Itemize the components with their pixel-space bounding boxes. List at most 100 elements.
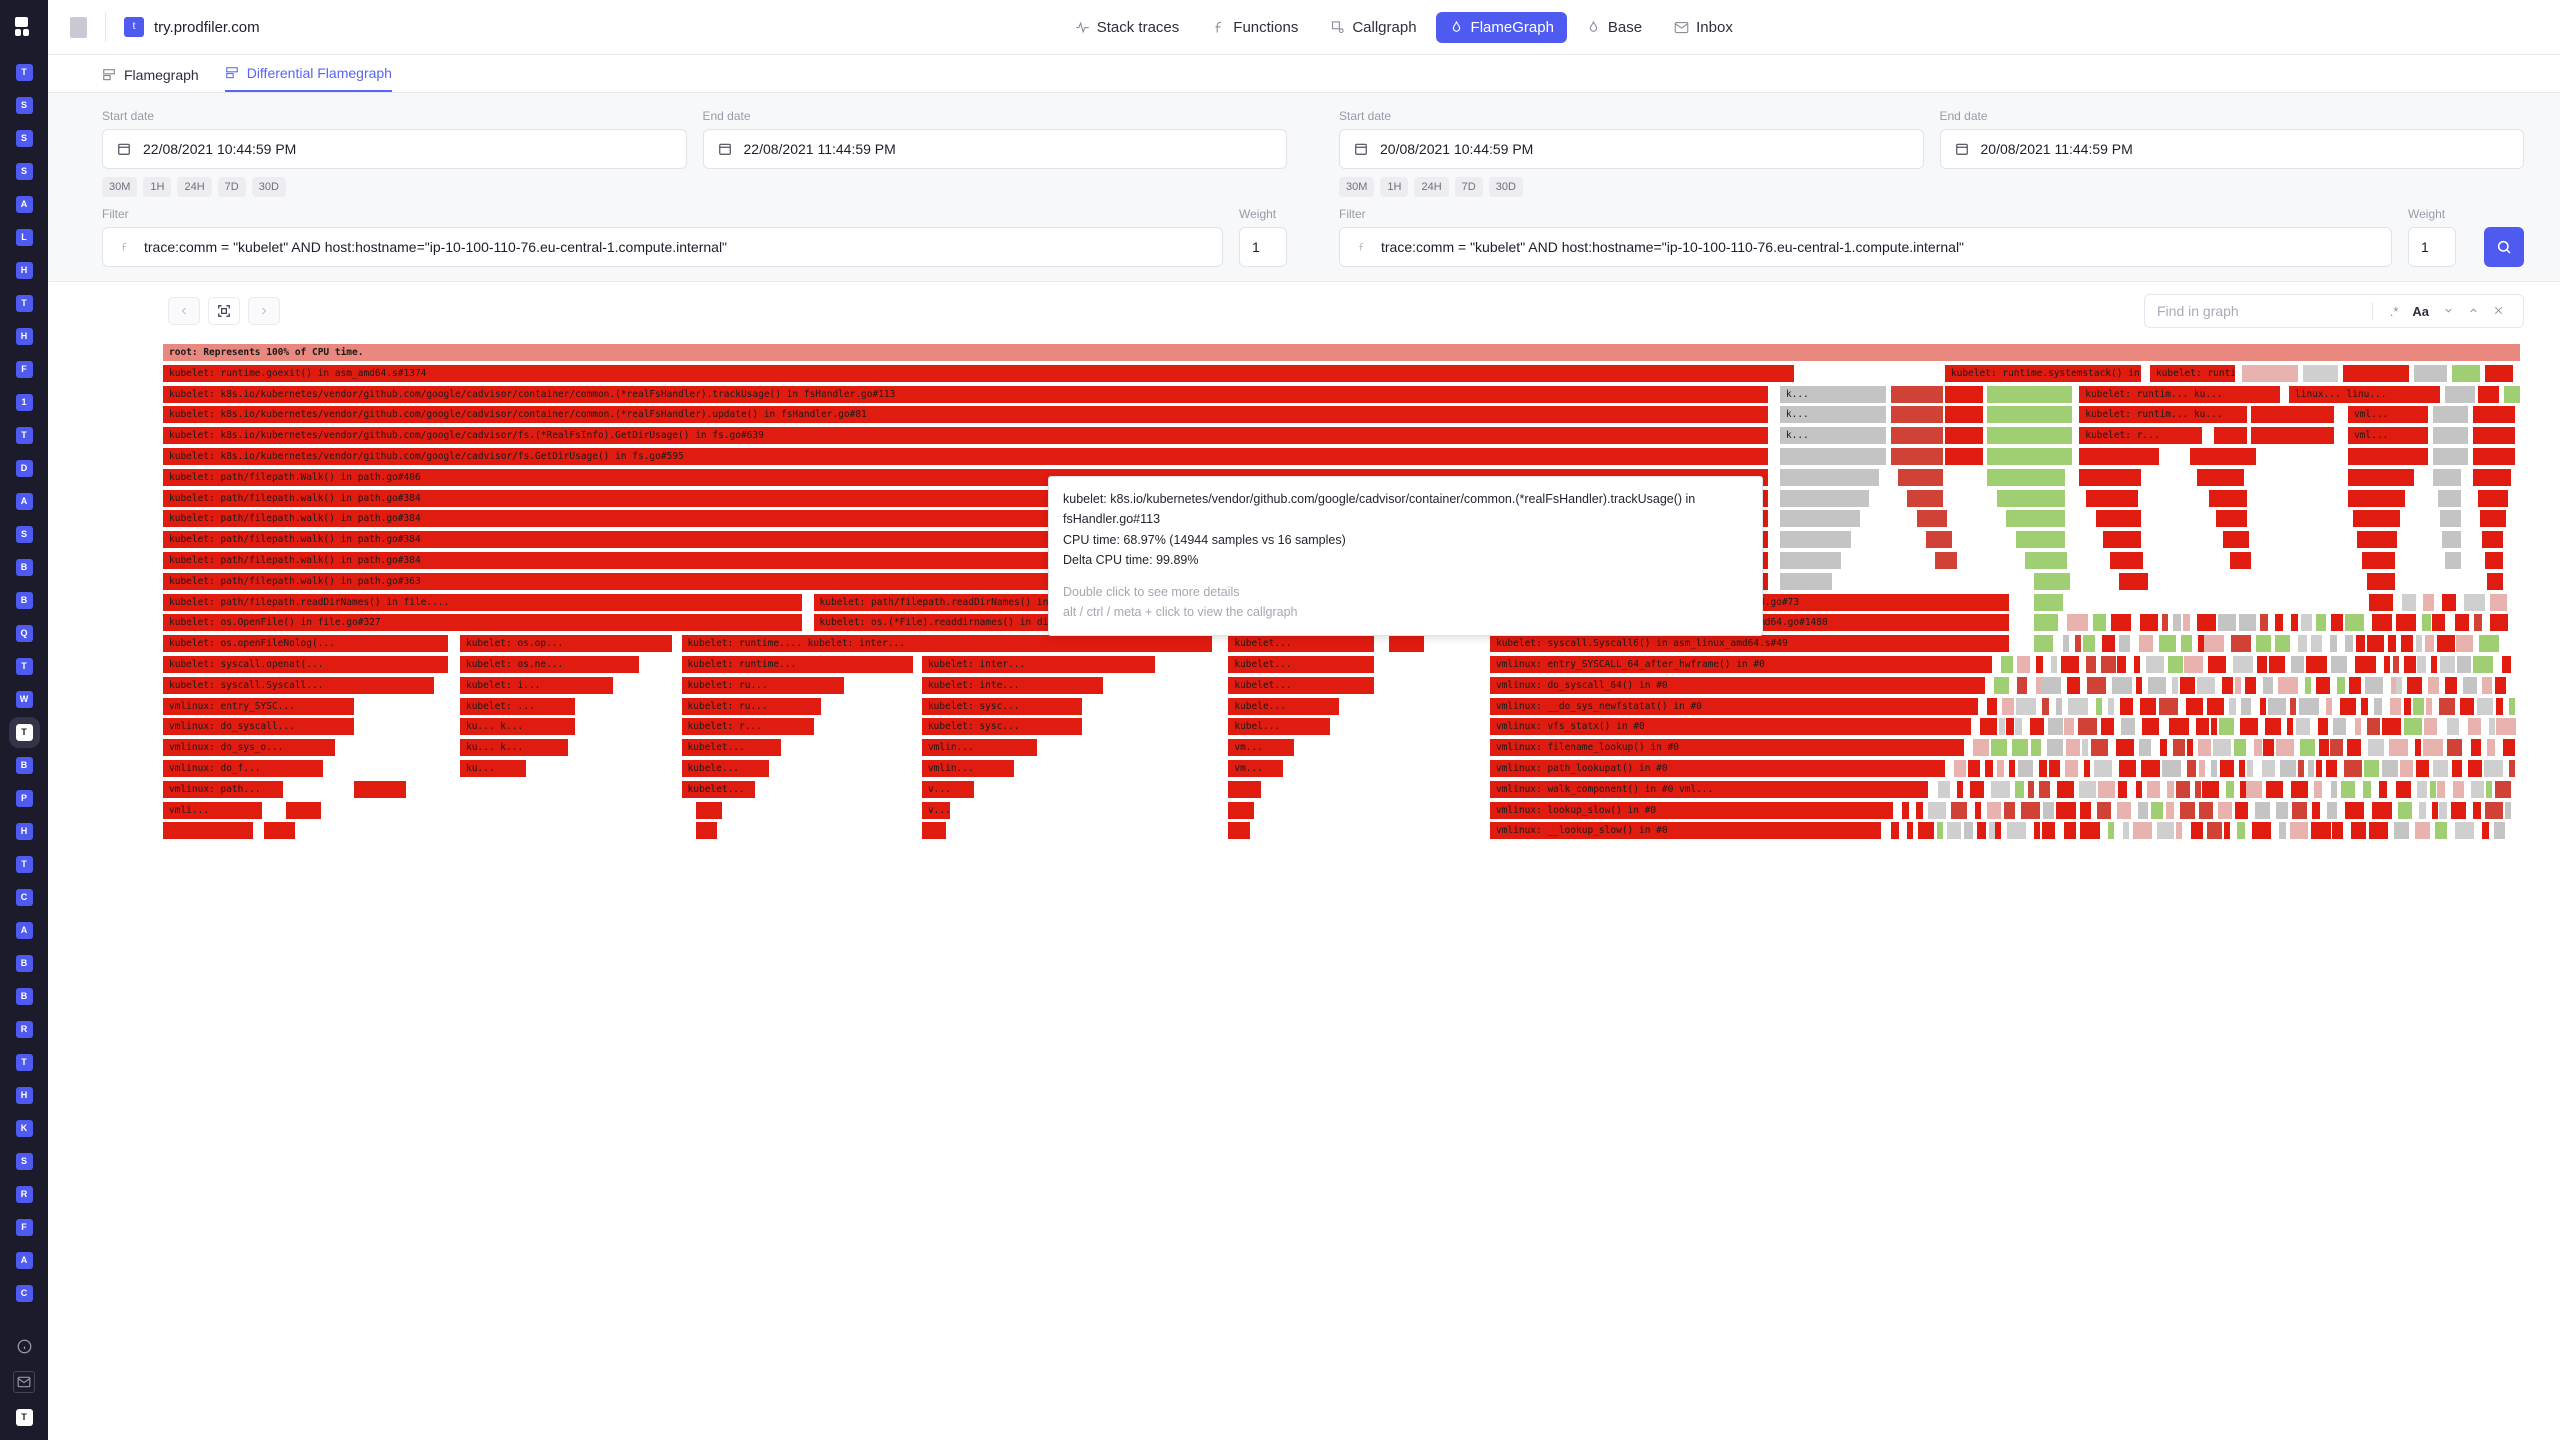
flamegraph-frame-unlabeled[interactable] [2030,739,2041,757]
mail-icon[interactable] [13,1371,35,1393]
flamegraph-frame-unlabeled[interactable] [1987,468,2066,486]
flamegraph-frame-unlabeled[interactable] [2289,822,2308,840]
flamegraph-frame-unlabeled[interactable] [2079,801,2091,819]
preset-right-24h[interactable]: 24H [1414,177,1449,197]
flamegraph-frame-unlabeled[interactable] [2351,822,2366,840]
flamegraph-frame-unlabeled[interactable] [2084,760,2091,777]
flamegraph-frame-unlabeled[interactable] [2503,385,2520,403]
flamegraph-frame-unlabeled[interactable] [2424,718,2438,736]
flamegraph-frame-unlabeled[interactable] [2234,801,2248,819]
flamegraph-frame-unlabeled[interactable] [2379,780,2388,798]
nav-callgraph[interactable]: Callgraph [1317,12,1429,43]
rail-item-21[interactable]: B [15,757,33,774]
rail-item-1[interactable]: S [15,97,33,114]
flamegraph-frame[interactable]: vmlinux: path... [163,780,284,798]
flamegraph-frame-unlabeled[interactable] [2417,780,2428,798]
flamegraph-frame-unlabeled[interactable] [2393,656,2400,673]
flamegraph-frame-unlabeled[interactable] [2456,635,2474,653]
flamegraph-frame-unlabeled[interactable] [2454,614,2469,632]
flamegraph-frame-unlabeled[interactable] [2064,760,2078,777]
flamegraph-frame-unlabeled[interactable] [2132,822,2153,840]
flamegraph-frame-unlabeled[interactable] [921,822,946,840]
end-date-input-2[interactable]: 20/08/2021 11:44:59 PM [1939,129,2524,169]
flamegraph-frame-unlabeled[interactable] [2199,760,2206,777]
flamegraph-frame-unlabeled[interactable] [2326,801,2337,819]
flamegraph-frame-unlabeled[interactable] [2158,635,2176,653]
flamegraph-frame-unlabeled[interactable] [2086,489,2139,507]
rail-item-7[interactable]: T [15,295,33,312]
flamegraph-frame-unlabeled[interactable] [2080,822,2101,840]
flamegraph-frame-unlabeled[interactable] [2219,718,2235,736]
flamegraph-frame-unlabeled[interactable] [2436,780,2445,798]
flamegraph-frame-unlabeled[interactable] [2477,489,2509,507]
flamegraph-frame-unlabeled[interactable] [2308,760,2315,777]
flamegraph-frame-unlabeled[interactable] [2416,760,2430,777]
flamegraph-frame-unlabeled[interactable] [2464,593,2485,611]
flamegraph-frame-unlabeled[interactable] [2067,676,2081,694]
flamegraph-frame[interactable]: kubelet: i... [459,676,614,694]
flamegraph-frame-unlabeled[interactable] [2343,760,2363,777]
flamegraph-frame-unlabeled[interactable] [2332,718,2346,736]
flamegraph-frame-unlabeled[interactable] [2095,697,2102,715]
preset-left-30m[interactable]: 30M [102,177,138,197]
flamegraph-frame-unlabeled[interactable] [1927,801,1946,819]
flamegraph-frame-unlabeled[interactable] [1991,739,2008,757]
flamegraph-frame-unlabeled[interactable] [1779,489,1870,507]
flamegraph-frame-unlabeled[interactable] [2362,552,2396,569]
flamegraph-frame-unlabeled[interactable] [2446,718,2460,736]
flamegraph-frame-unlabeled[interactable] [1987,385,2073,403]
flamegraph-frame[interactable]: vm... [1228,739,1295,757]
flamegraph-frame-unlabeled[interactable] [2452,760,2463,777]
flamegraph-frame-unlabeled[interactable] [2404,718,2423,736]
flamegraph-frame-unlabeled[interactable] [2444,552,2462,569]
flamegraph-frame[interactable]: vmlinux: filename_lookup() in #0 [1489,739,1964,757]
flamegraph-frame-unlabeled[interactable] [2437,489,2462,507]
rail-item-4[interactable]: A [15,196,33,213]
flamegraph-frame-unlabeled[interactable] [2326,760,2337,777]
flamegraph-frame-unlabeled[interactable] [2213,427,2247,445]
flamegraph-frame-unlabeled[interactable] [2092,614,2106,632]
flamegraph-frame-unlabeled[interactable] [2174,718,2189,736]
history-forward-button[interactable] [248,297,280,325]
flamegraph-frame-unlabeled[interactable] [1228,801,1255,819]
flamegraph-frame-unlabeled[interactable] [2028,780,2035,798]
flamegraph-frame[interactable]: kubelet: sysc... [921,718,1083,736]
flamegraph-frame[interactable]: kubelet: path/filepath.readDirNames() in… [163,593,802,611]
flamegraph-frame-unlabeled[interactable] [2034,614,2059,632]
flamegraph-frame-unlabeled[interactable] [695,801,722,819]
flamegraph-frame-unlabeled[interactable] [2401,635,2413,653]
flamegraph-frame-unlabeled[interactable] [2472,406,2516,424]
flamegraph-frame-unlabeled[interactable] [2199,801,2214,819]
tab-differential-flamegraph[interactable]: Differential Flamegraph [224,65,392,92]
flamegraph-frame-unlabeled[interactable] [2355,656,2376,673]
flamegraph-frame-unlabeled[interactable] [2256,656,2267,673]
flamegraph-frame-unlabeled[interactable] [2198,635,2205,653]
flamegraph-frame-unlabeled[interactable] [2318,739,2329,757]
flamegraph-frame-unlabeled[interactable] [2176,780,2191,798]
flamegraph-frame[interactable]: k... [1779,385,1886,403]
flamegraph-frame-unlabeled[interactable] [2015,531,2066,549]
flamegraph-frame[interactable]: kubelet: runtim... ku... [2079,385,2280,403]
flamegraph-frame-unlabeled[interactable] [2413,697,2425,715]
flamegraph-frame-unlabeled[interactable] [2318,718,2328,736]
preset-left-24h[interactable]: 24H [177,177,212,197]
flamegraph-frame-unlabeled[interactable] [2160,739,2168,757]
flamegraph-frame[interactable]: kubele... [1228,697,1340,715]
find-in-graph-box[interactable]: Find in graph .* Aa [2144,294,2524,328]
flamegraph-frame-unlabeled[interactable] [2304,676,2311,694]
flamegraph-frame-unlabeled[interactable] [2062,635,2069,653]
flamegraph-frame-unlabeled[interactable] [2488,718,2495,736]
flamegraph-frame-unlabeled[interactable] [2316,614,2326,632]
flamegraph-frame[interactable]: kubelet: ... [459,697,576,715]
flamegraph-frame-unlabeled[interactable] [2494,676,2506,694]
flamegraph-frame-unlabeled[interactable] [2275,614,2283,632]
flamegraph-frame-unlabeled[interactable] [2383,656,2390,673]
flamegraph-frame-unlabeled[interactable] [2279,822,2286,840]
flamegraph-frame-unlabeled[interactable] [2300,614,2313,632]
flamegraph-frame-unlabeled[interactable] [1890,385,1943,403]
flamegraph-frame[interactable]: kubelet: os.openFileNolog(... [163,635,449,653]
flamegraph-frame-unlabeled[interactable] [2436,635,2455,653]
flamegraph-frame-unlabeled[interactable] [2207,697,2225,715]
flamegraph-frame-unlabeled[interactable] [2472,801,2481,819]
flamegraph-frame-unlabeled[interactable] [1779,572,1832,590]
